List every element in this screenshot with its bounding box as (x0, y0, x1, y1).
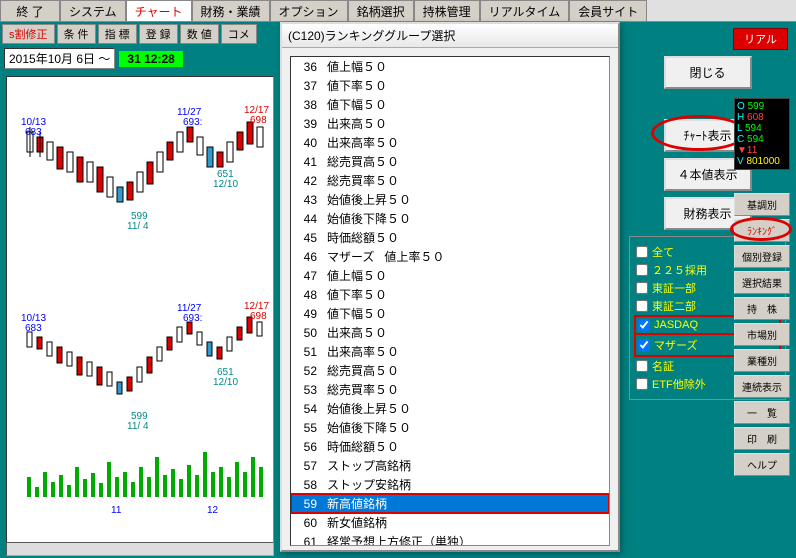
side-btn-5[interactable]: 市場別 (734, 323, 790, 346)
list-item-61[interactable]: 61 経常予想上方修正（単独） (291, 532, 609, 546)
checkbox-icon[interactable] (636, 282, 648, 294)
chart-area: 10/1368311/27693:12/1769865112/1059911/ … (6, 76, 274, 546)
list-item-48[interactable]: 48 値下率５０ (291, 285, 609, 304)
list-item-46[interactable]: 46 マザーズ 値上率５０ (291, 247, 609, 266)
check-label: 全て (652, 244, 674, 260)
check-label: マザーズ (654, 337, 697, 353)
side-btn-1[interactable]: ﾗﾝｷﾝｸﾞ (734, 219, 790, 242)
chart-label: 698 (250, 311, 267, 322)
list-item-57[interactable]: 57 ストップ高銘柄 (291, 456, 609, 475)
list-item-37[interactable]: 37 値下率５０ (291, 76, 609, 95)
tab-2[interactable]: チャート (126, 0, 192, 21)
list-item-56[interactable]: 56 時価総額５０ (291, 437, 609, 456)
btn-value[interactable]: 数 値 (180, 24, 219, 44)
list-item-51[interactable]: 51 出来高率５０ (291, 342, 609, 361)
chart-scrollbar[interactable] (6, 542, 274, 556)
side-btn-3[interactable]: 選択結果 (734, 271, 790, 294)
chart-label: 683 (25, 323, 42, 334)
checkbox-icon[interactable] (636, 264, 648, 276)
check-label: ETF他除外 (652, 376, 706, 392)
checkbox-icon[interactable] (636, 360, 648, 372)
list-item-44[interactable]: 44 始値後下降５０ (291, 209, 609, 228)
list-item-43[interactable]: 43 始値後上昇５０ (291, 190, 609, 209)
checkbox-icon[interactable] (636, 246, 648, 258)
checkbox-icon[interactable] (638, 319, 650, 331)
chart-label: 12/10 (213, 179, 238, 190)
check-label: 東証二部 (652, 298, 696, 314)
check-label: JASDAQ (654, 319, 698, 331)
btn-comment[interactable]: コメ (221, 24, 257, 44)
list-item-55[interactable]: 55 始値後下降５０ (291, 418, 609, 437)
list-item-60[interactable]: 60 新女値銘柄 (291, 513, 609, 532)
chart-label: 12 (207, 505, 218, 516)
dialog-title: (C120)ランキンググループ選択 (282, 24, 618, 48)
chart-label: 683 (25, 127, 42, 138)
tab-7[interactable]: リアルタイム (480, 0, 570, 21)
list-item-54[interactable]: 54 始値後上昇５０ (291, 399, 609, 418)
side-button-panel: 基調別 ﾗﾝｷﾝｸﾞ 個別登録選択結果持 株市場別業種別連続表示一 覧印 刷ヘルプ (734, 190, 790, 479)
chart-label: 11/ 4 (127, 421, 149, 432)
tab-4[interactable]: オプション (270, 0, 348, 21)
chart-label: 693: (183, 117, 202, 128)
list-item-42[interactable]: 42 総売買率５０ (291, 171, 609, 190)
tab-8[interactable]: 会員サイト (569, 0, 647, 21)
list-item-47[interactable]: 47 値上幅５０ (291, 266, 609, 285)
date-from[interactable]: 2015年10月 6日 ～ (4, 48, 115, 69)
list-item-41[interactable]: 41 総売買高５０ (291, 152, 609, 171)
checkbox-icon[interactable] (636, 300, 648, 312)
list-item-50[interactable]: 50 出来高５０ (291, 323, 609, 342)
tab-5[interactable]: 銘柄選択 (348, 0, 414, 21)
list-item-58[interactable]: 58 ストップ安銘柄 (291, 475, 609, 494)
real-button[interactable]: リアル (733, 28, 788, 50)
ranking-dialog: (C120)ランキンググループ選択 36 値上幅５０ 37 値下率５０ 38 値… (280, 22, 620, 552)
list-item-36[interactable]: 36 値上幅５０ (291, 57, 609, 76)
date-time: 31 12:28 (119, 51, 182, 67)
side-btn-9[interactable]: 印 刷 (734, 427, 790, 450)
list-item-38[interactable]: 38 値下幅５０ (291, 95, 609, 114)
list-item-39[interactable]: 39 出来高５０ (291, 114, 609, 133)
list-item-45[interactable]: 45 時価総額５０ (291, 228, 609, 247)
chart-label: 693: (183, 313, 202, 324)
list-item-52[interactable]: 52 総売買高５０ (291, 361, 609, 380)
checkbox-icon[interactable] (638, 339, 650, 351)
chart-label: 11/ 4 (127, 221, 149, 232)
checkbox-icon[interactable] (636, 378, 648, 390)
tab-0[interactable]: 終 了 (0, 0, 60, 21)
list-item-40[interactable]: 40 出来高率５０ (291, 133, 609, 152)
check-label: ２２５採用 (652, 262, 707, 278)
top-tab-bar: 終 了 システム チャート 財務・業績 オプション 銘柄選択 持株管理 リアルタ… (0, 0, 796, 22)
tab-6[interactable]: 持株管理 (414, 0, 480, 21)
check-label: 東証一部 (652, 280, 696, 296)
side-btn-7[interactable]: 連続表示 (734, 375, 790, 398)
chart-label: 11 (111, 505, 121, 516)
list-item-49[interactable]: 49 値下幅５０ (291, 304, 609, 323)
side-btn-0[interactable]: 基調別 (734, 193, 790, 216)
side-btn-8[interactable]: 一 覧 (734, 401, 790, 424)
side-btn-6[interactable]: 業種別 (734, 349, 790, 372)
close-button[interactable]: 閉じる (664, 56, 752, 89)
list-item-59[interactable]: 59 新高値銘柄 (291, 494, 609, 513)
btn-indicator[interactable]: 指 標 (98, 24, 137, 44)
check-label: 名証 (652, 358, 674, 374)
side-btn-10[interactable]: ヘルプ (734, 453, 790, 476)
ranking-listbox[interactable]: 36 値上幅５０ 37 値下率５０ 38 値下幅５０ 39 出来高５０ 40 出… (290, 56, 610, 546)
btn-cond[interactable]: 条 件 (57, 24, 96, 44)
btn-register[interactable]: 登 録 (139, 24, 178, 44)
btn-split-adj[interactable]: s割修正 (2, 24, 55, 44)
list-item-53[interactable]: 53 総売買率５０ (291, 380, 609, 399)
chart-label: 698 (250, 115, 267, 126)
quote-box: O 599 H 608 L 594 C 594 ▼11 V 801000 (734, 98, 790, 170)
side-btn-2[interactable]: 個別登録 (734, 245, 790, 268)
candlestick-chart (7, 77, 274, 537)
side-btn-4[interactable]: 持 株 (734, 297, 790, 320)
tab-1[interactable]: システム (60, 0, 126, 21)
chart-label: 12/10 (213, 377, 238, 388)
tab-3[interactable]: 財務・業績 (192, 0, 270, 21)
